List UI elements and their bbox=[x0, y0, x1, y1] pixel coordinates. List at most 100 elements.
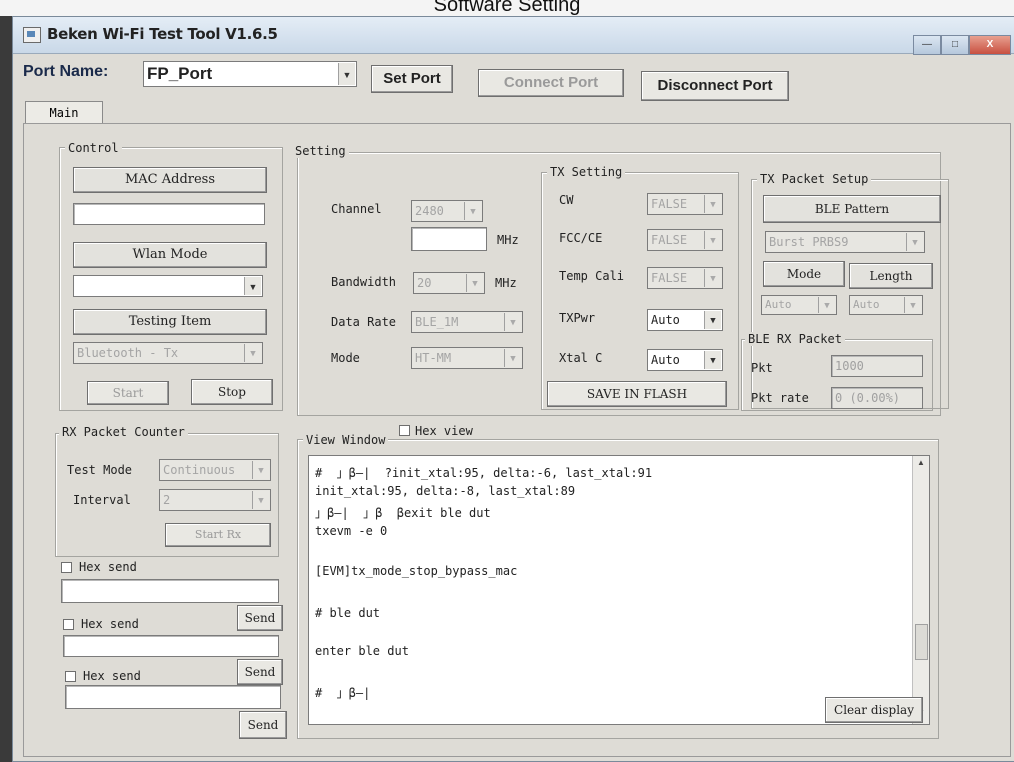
ble-pattern-label: BLE Pattern bbox=[763, 195, 941, 223]
bandwidth-select[interactable]: 20 ▼ bbox=[413, 272, 485, 294]
ble-pattern-select[interactable]: Burst PRBS9 ▼ bbox=[765, 231, 925, 253]
chevron-down-icon[interactable]: ▼ bbox=[704, 231, 721, 249]
chevron-down-icon[interactable]: ▼ bbox=[704, 351, 721, 369]
chevron-down-icon[interactable]: ▼ bbox=[504, 313, 521, 331]
rx-packet-counter-title: RX Packet Counter bbox=[59, 425, 188, 439]
stop-button[interactable]: Stop bbox=[191, 379, 273, 405]
chevron-down-icon[interactable]: ▼ bbox=[904, 297, 921, 313]
hex-send-input-3[interactable] bbox=[65, 685, 281, 709]
channel-select[interactable]: 2480 ▼ bbox=[411, 200, 483, 222]
hex-send-checkbox-3[interactable] bbox=[65, 671, 76, 682]
start-button[interactable]: Start bbox=[87, 381, 169, 405]
send-button-1[interactable]: Send bbox=[237, 605, 283, 631]
packet-mode-value: Auto bbox=[765, 298, 792, 311]
send-button-3[interactable]: Send bbox=[239, 711, 287, 739]
testing-item-select[interactable]: Bluetooth - Tx ▼ bbox=[73, 342, 263, 364]
app-icon bbox=[23, 27, 41, 43]
fcc-ce-select[interactable]: FALSE ▼ bbox=[647, 229, 723, 251]
interval-select[interactable]: 2 ▼ bbox=[159, 489, 271, 511]
ble-rx-packet-title: BLE RX Packet bbox=[745, 332, 845, 346]
testing-item-value: Bluetooth - Tx bbox=[77, 346, 179, 360]
pkt-rate-field[interactable]: 0 (0.00%) bbox=[831, 387, 923, 409]
chevron-down-icon[interactable]: ▼ bbox=[906, 233, 923, 251]
send-button-2[interactable]: Send bbox=[237, 659, 283, 685]
chevron-down-icon[interactable]: ▼ bbox=[504, 349, 521, 367]
channel-value: 2480 bbox=[415, 204, 444, 218]
log-line: # 」β—| bbox=[315, 686, 371, 700]
hex-send-input-2[interactable] bbox=[63, 635, 279, 657]
hex-view-checkbox[interactable] bbox=[399, 425, 410, 436]
txpwr-value: Auto bbox=[651, 313, 680, 327]
connect-port-button[interactable]: Connect Port bbox=[478, 69, 624, 97]
chevron-down-icon[interactable]: ▼ bbox=[704, 311, 721, 329]
mode-value: HT-MM bbox=[415, 351, 452, 365]
chevron-down-icon[interactable]: ▼ bbox=[466, 274, 483, 292]
clear-display-button[interactable]: Clear display bbox=[825, 697, 923, 723]
cw-select[interactable]: FALSE ▼ bbox=[647, 193, 723, 215]
hex-send-input-1[interactable] bbox=[61, 579, 279, 603]
chevron-down-icon[interactable]: ▼ bbox=[704, 269, 721, 287]
title-bar: Beken Wi-Fi Test Tool V1.6.5 — □ X bbox=[13, 17, 1014, 55]
screenshot-caption: Software Setting bbox=[0, 0, 1014, 16]
window-controls: — □ X bbox=[913, 35, 1011, 55]
disconnect-port-button[interactable]: Disconnect Port bbox=[641, 71, 789, 101]
window-title: Beken Wi-Fi Test Tool V1.6.5 bbox=[47, 25, 278, 43]
data-rate-select[interactable]: BLE_1M ▼ bbox=[411, 311, 523, 333]
hex-view-label: Hex view bbox=[415, 424, 473, 438]
mac-address-field[interactable] bbox=[73, 203, 265, 225]
hex-send-checkbox-2[interactable] bbox=[63, 619, 74, 630]
packet-mode-select[interactable]: Auto ▼ bbox=[761, 295, 837, 315]
port-name-label: Port Name: bbox=[23, 63, 109, 80]
chevron-down-icon[interactable]: ▼ bbox=[338, 63, 355, 85]
hex-send-label-2: Hex send bbox=[81, 617, 139, 631]
output-log[interactable]: # 」β—| ?init_xtal:95, delta:-6, last_xta… bbox=[308, 455, 930, 725]
chevron-down-icon[interactable]: ▼ bbox=[818, 297, 835, 313]
log-line: [EVM]tx_mode_stop_bypass_mac bbox=[315, 564, 518, 578]
set-port-button[interactable]: Set Port bbox=[371, 65, 453, 93]
bandwidth-value: 20 bbox=[417, 276, 432, 290]
start-rx-button[interactable]: Start Rx bbox=[165, 523, 271, 547]
log-line: # ble dut bbox=[315, 606, 381, 620]
txpwr-select[interactable]: Auto ▼ bbox=[647, 309, 723, 331]
chevron-down-icon[interactable]: ▼ bbox=[244, 277, 261, 295]
wlan-mode-select[interactable]: ▼ bbox=[73, 275, 263, 297]
temp-cali-label: Temp Cali bbox=[559, 269, 625, 283]
chevron-down-icon[interactable]: ▼ bbox=[244, 344, 261, 362]
tab-main[interactable]: Main bbox=[25, 101, 103, 124]
channel-label: Channel bbox=[331, 202, 382, 216]
pkt-field[interactable]: 1000 bbox=[831, 355, 923, 377]
chevron-down-icon[interactable]: ▼ bbox=[464, 202, 481, 220]
save-in-flash-button[interactable]: SAVE IN FLASH bbox=[547, 381, 727, 407]
port-select[interactable]: FP_Port ▼ bbox=[143, 61, 357, 87]
frequency-field[interactable] bbox=[411, 227, 487, 251]
length-header: Length bbox=[849, 263, 933, 289]
log-line: txevm -e 0 bbox=[315, 524, 388, 538]
xtal-c-value: Auto bbox=[651, 353, 680, 367]
temp-cali-value: FALSE bbox=[651, 271, 688, 285]
scroll-up-icon[interactable]: ▲ bbox=[913, 458, 929, 472]
chevron-down-icon[interactable]: ▼ bbox=[704, 195, 721, 213]
mode-select[interactable]: HT-MM ▼ bbox=[411, 347, 523, 369]
fcc-ce-value: FALSE bbox=[651, 233, 688, 247]
xtal-c-select[interactable]: Auto ▼ bbox=[647, 349, 723, 371]
packet-length-select[interactable]: Auto ▼ bbox=[849, 295, 923, 315]
test-mode-select[interactable]: Continuous ▼ bbox=[159, 459, 271, 481]
scroll-thumb[interactable] bbox=[915, 624, 928, 660]
mode-header: Mode bbox=[763, 261, 845, 287]
temp-cali-select[interactable]: FALSE ▼ bbox=[647, 267, 723, 289]
minimize-button[interactable]: — bbox=[913, 35, 941, 55]
chevron-down-icon[interactable]: ▼ bbox=[252, 491, 269, 509]
view-window-title: View Window bbox=[303, 433, 389, 447]
setting-group-title: Setting bbox=[292, 144, 349, 158]
packet-length-value: Auto bbox=[853, 298, 880, 311]
maximize-button[interactable]: □ bbox=[941, 35, 969, 55]
app-window: Beken Wi-Fi Test Tool V1.6.5 — □ X Port … bbox=[12, 16, 1014, 762]
interval-value: 2 bbox=[163, 493, 171, 507]
frequency-unit-label: MHz bbox=[497, 233, 519, 247]
fcc-ce-label: FCC/CE bbox=[559, 231, 603, 245]
chevron-down-icon[interactable]: ▼ bbox=[252, 461, 269, 479]
log-scrollbar[interactable]: ▲ ▼ bbox=[912, 456, 929, 724]
pkt-label: Pkt bbox=[751, 361, 773, 375]
hex-send-checkbox-1[interactable] bbox=[61, 562, 72, 573]
close-button[interactable]: X bbox=[969, 35, 1011, 55]
